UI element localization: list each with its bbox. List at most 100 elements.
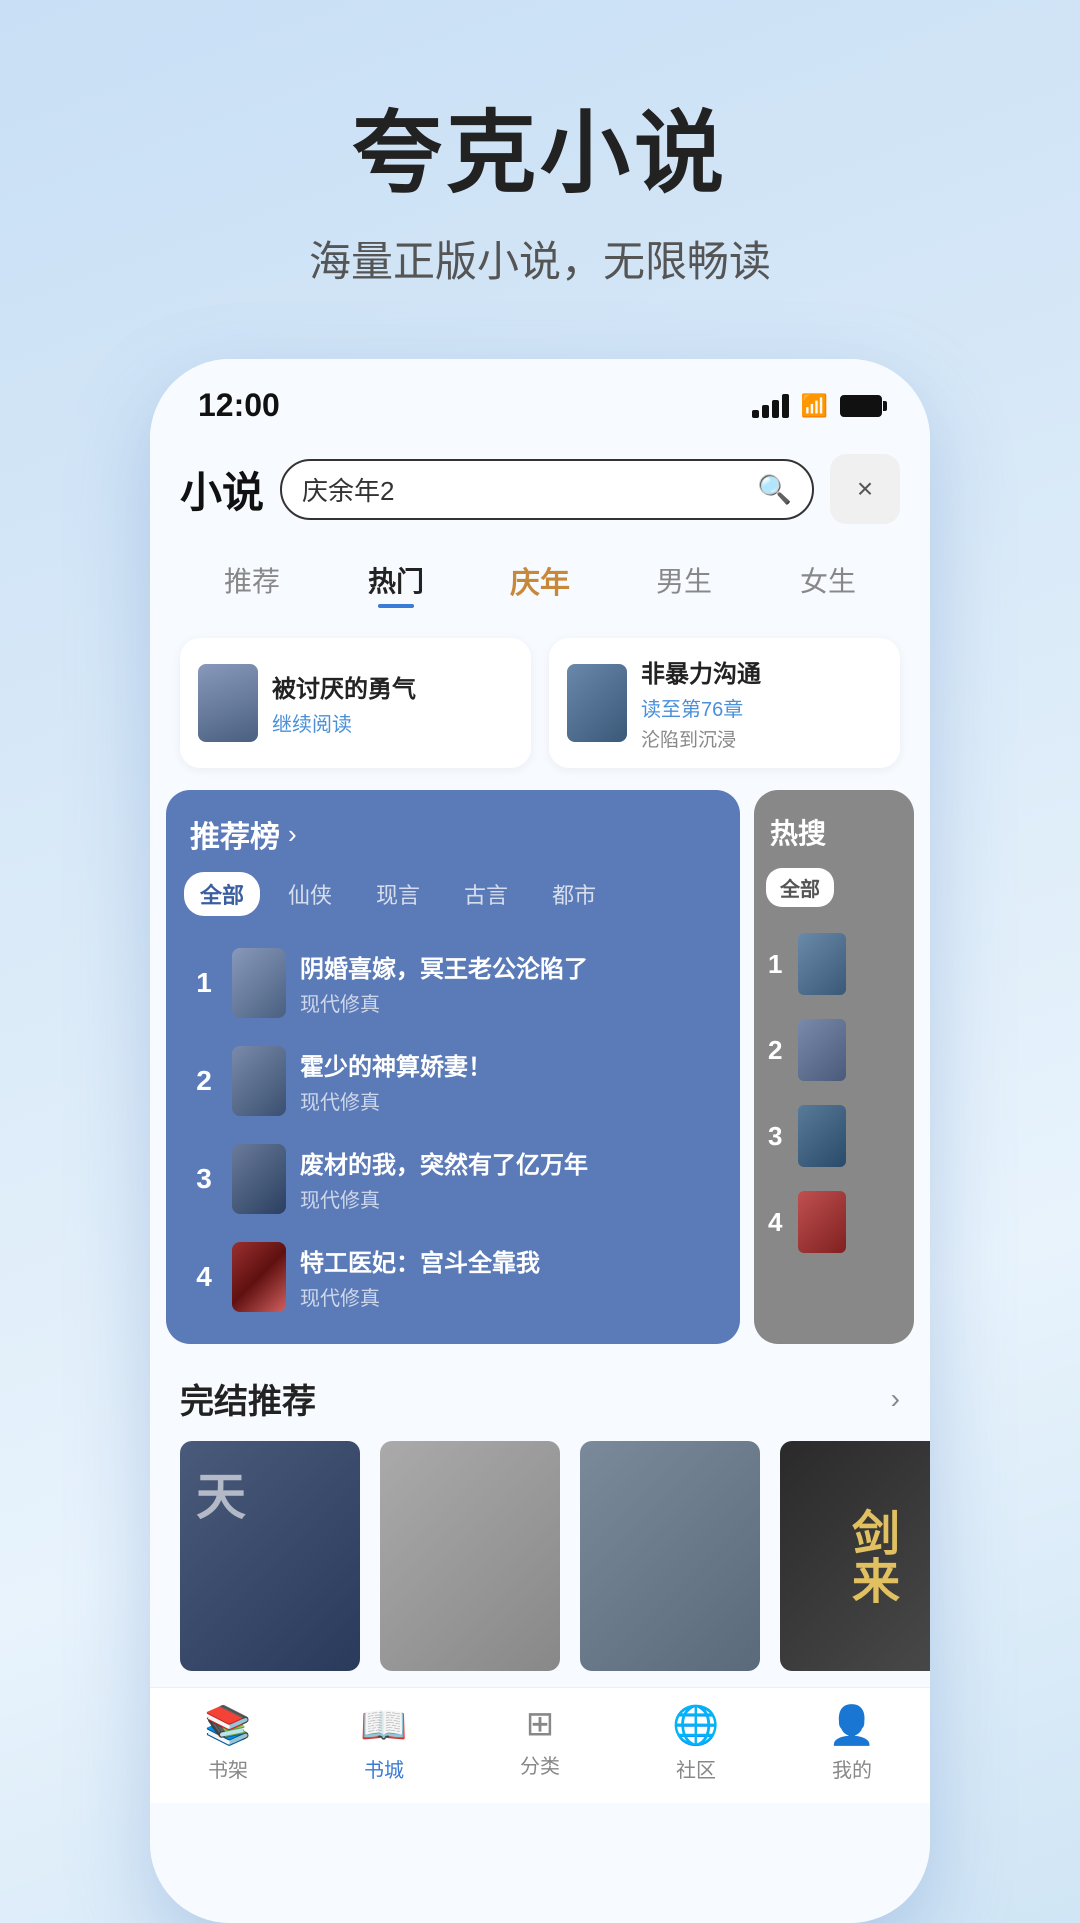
bookshelf-icon: 📚 <box>204 1704 251 1748</box>
rec-title: 推荐榜 <box>190 812 280 856</box>
hot-header: 热搜 <box>754 790 914 868</box>
rec-item-3[interactable]: 3 废材的我，突然有了亿万年 现代修真 <box>180 1130 726 1228</box>
status-icons: 📶 <box>752 393 882 419</box>
search-icon[interactable]: 🔍 <box>757 473 792 506</box>
wifi-icon: 📶 <box>801 393 828 419</box>
battery-icon <box>840 395 882 417</box>
book-thumb-4[interactable]: 剑来 <box>780 1441 930 1671</box>
rec-rank-2: 2 <box>190 1065 218 1097</box>
rec-rank-1: 1 <box>190 967 218 999</box>
hot-item-2[interactable]: 2 <box>762 1007 906 1093</box>
book-row: 天 剑来 <box>180 1441 900 1671</box>
signal-icon <box>752 394 789 418</box>
filter-dushi[interactable]: 都市 <box>536 872 612 916</box>
bottom-nav: 📚 书架 📖 书城 ⊞ 分类 🌐 社区 👤 我的 <box>150 1687 930 1803</box>
nav-label-store: 书城 <box>364 1754 404 1783</box>
filter-guyan[interactable]: 古言 <box>448 872 524 916</box>
tab-male[interactable]: 男生 <box>612 552 756 608</box>
hot-rank-1: 1 <box>768 949 790 980</box>
rec-book-title-4: 特工医妃：宫斗全靠我 <box>300 1243 540 1278</box>
tab-special[interactable]: 庆年 <box>468 550 612 610</box>
complete-section: 完结推荐 › 天 剑来 <box>150 1344 930 1687</box>
recent-action-2: 读至第76章 <box>641 693 761 722</box>
search-bar[interactable]: 庆余年2 🔍 <box>280 459 814 520</box>
nav-item-bookshelf[interactable]: 📚 书架 <box>150 1704 306 1783</box>
community-icon: 🌐 <box>672 1704 719 1748</box>
hot-rank-2: 2 <box>768 1035 790 1066</box>
filter-tabs: 全部 仙侠 现言 古言 都市 <box>166 872 740 934</box>
hot-rank-3: 3 <box>768 1121 790 1152</box>
recent-card-2[interactable]: 非暴力沟通 读至第76章 沦陷到沉浸 <box>549 638 900 768</box>
section-title: 完结推荐 <box>180 1374 316 1423</box>
hot-item-1[interactable]: 1 <box>762 921 906 1007</box>
tab-recommend[interactable]: 推荐 <box>180 552 324 608</box>
nav-item-category[interactable]: ⊞ 分类 <box>462 1704 618 1783</box>
section-arrow-icon[interactable]: › <box>891 1383 900 1415</box>
recent-reads: 被讨厌的勇气 继续阅读 非暴力沟通 读至第76章 沦陷到沉浸 <box>150 626 930 786</box>
recent-title-1: 被讨厌的勇气 <box>272 669 416 704</box>
rec-book-title-1: 阴婚喜嫁，冥王老公沦陷了 <box>300 949 588 984</box>
rec-book-tag-3: 现代修真 <box>300 1184 588 1213</box>
rec-arrow-icon[interactable]: › <box>288 819 297 850</box>
rec-book-tag-2: 现代修真 <box>300 1086 492 1115</box>
search-input-value: 庆余年2 <box>302 471 747 508</box>
nav-tabs: 推荐 热门 庆年 男生 女生 <box>150 540 930 626</box>
rec-book-tag-4: 现代修真 <box>300 1282 540 1311</box>
store-icon: 📖 <box>360 1704 407 1748</box>
category-icon: ⊞ <box>526 1704 555 1744</box>
hot-title: 热搜 <box>770 818 826 849</box>
book-cover-2 <box>567 664 627 742</box>
recent-title-2: 非暴力沟通 <box>641 654 761 689</box>
hot-rank-4: 4 <box>768 1207 790 1238</box>
tab-female[interactable]: 女生 <box>756 552 900 608</box>
hot-filter-all[interactable]: 全部 <box>766 868 834 907</box>
rec-info-1: 阴婚喜嫁，冥王老公沦陷了 现代修真 <box>300 949 588 1017</box>
header: 小说 庆余年2 🔍 × <box>150 434 930 540</box>
hot-item-3[interactable]: 3 <box>762 1093 906 1179</box>
nav-label-bookshelf: 书架 <box>208 1754 248 1783</box>
nav-item-store[interactable]: 📖 书城 <box>306 1704 462 1783</box>
rec-cover-3 <box>232 1144 286 1214</box>
rec-cover-1 <box>232 948 286 1018</box>
close-button[interactable]: × <box>830 454 900 524</box>
rec-rank-3: 3 <box>190 1163 218 1195</box>
hot-item-4[interactable]: 4 <box>762 1179 906 1265</box>
recent-card-1[interactable]: 被讨厌的勇气 继续阅读 <box>180 638 531 768</box>
rec-panel: 推荐榜 › 全部 仙侠 现言 古言 都市 1 <box>166 790 740 1344</box>
rec-item-1[interactable]: 1 阴婚喜嫁，冥王老公沦陷了 现代修真 <box>180 934 726 1032</box>
tab-hot[interactable]: 热门 <box>324 552 468 608</box>
book-thumb-3[interactable] <box>580 1441 760 1671</box>
recent-info-2: 非暴力沟通 读至第76章 沦陷到沉浸 <box>641 654 761 752</box>
nav-item-community[interactable]: 🌐 社区 <box>618 1704 774 1783</box>
rec-book-tag-1: 现代修真 <box>300 988 588 1017</box>
content-split: 推荐榜 › 全部 仙侠 现言 古言 都市 1 <box>150 790 930 1344</box>
recent-action-1: 继续阅读 <box>272 708 416 737</box>
rec-book-title-3: 废材的我，突然有了亿万年 <box>300 1145 588 1180</box>
book-thumb-1[interactable]: 天 <box>180 1441 360 1671</box>
phone-frame: 12:00 📶 小说 庆余年2 🔍 × <box>150 359 930 1923</box>
rec-book-title-2: 霍少的神算娇妻！ <box>300 1047 492 1082</box>
profile-icon: 👤 <box>828 1704 875 1748</box>
rec-item-2[interactable]: 2 霍少的神算娇妻！ 现代修真 <box>180 1032 726 1130</box>
book-cover-1 <box>198 664 258 742</box>
rec-rank-4: 4 <box>190 1261 218 1293</box>
status-time: 12:00 <box>198 387 280 424</box>
rec-cover-4 <box>232 1242 286 1312</box>
app-name: 夸克小说 <box>0 80 1080 210</box>
rec-info-2: 霍少的神算娇妻！ 现代修真 <box>300 1047 492 1115</box>
hot-list: 1 2 3 4 <box>754 921 914 1279</box>
book-thumb-2[interactable] <box>380 1441 560 1671</box>
rec-list: 1 阴婚喜嫁，冥王老公沦陷了 现代修真 2 霍少的神算娇妻！ <box>166 934 740 1344</box>
filter-xianxia[interactable]: 仙侠 <box>272 872 348 916</box>
nav-label-profile: 我的 <box>832 1754 872 1783</box>
nav-label-category: 分类 <box>520 1750 560 1779</box>
filter-all[interactable]: 全部 <box>184 872 260 916</box>
rec-item-4[interactable]: 4 特工医妃：宫斗全靠我 现代修真 <box>180 1228 726 1326</box>
hot-cover-1 <box>798 933 846 995</box>
nav-label-community: 社区 <box>676 1754 716 1783</box>
filter-xiandai[interactable]: 现言 <box>360 872 436 916</box>
nav-item-profile[interactable]: 👤 我的 <box>774 1704 930 1783</box>
app-tagline: 海量正版小说，无限畅读 <box>0 228 1080 289</box>
section-header: 完结推荐 › <box>180 1374 900 1423</box>
hot-cover-2 <box>798 1019 846 1081</box>
